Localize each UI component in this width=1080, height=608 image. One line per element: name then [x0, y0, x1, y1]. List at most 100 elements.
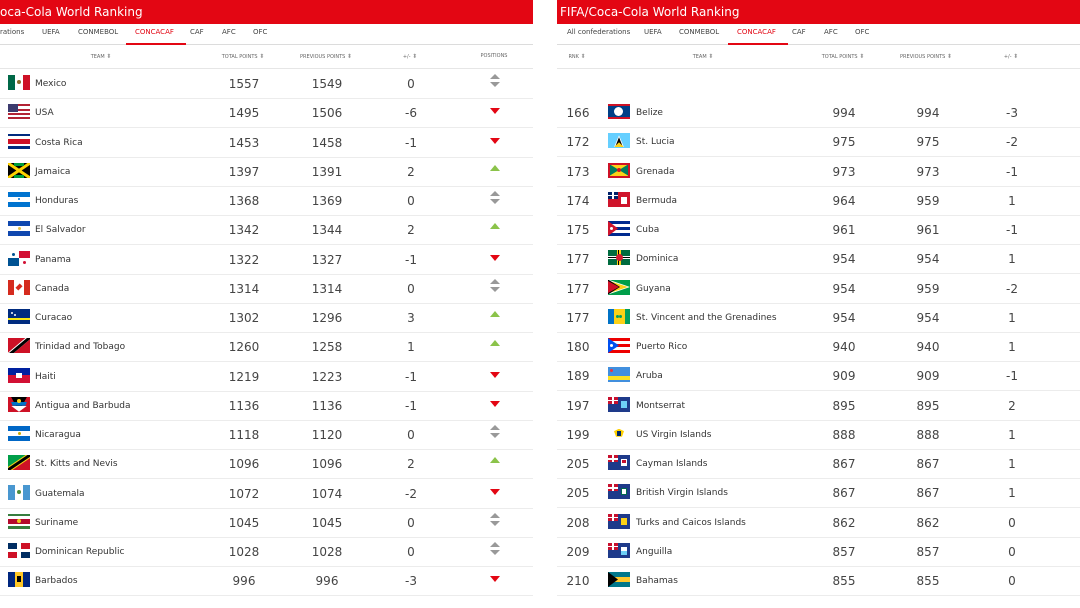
team-name[interactable]: Jamaica: [35, 167, 70, 177]
flag-belize-icon: [608, 104, 630, 119]
table-row[interactable]: Nicaragua 1118 1120 0: [0, 420, 533, 450]
team-name[interactable]: British Virgin Islands: [636, 488, 728, 498]
table-row[interactable]: 177 Guyana 954 959 -2: [557, 274, 1080, 304]
table-row[interactable]: 210 Bahamas 855 855 0: [557, 566, 1080, 596]
table-row[interactable]: 174 Bermuda 964 959 1: [557, 186, 1080, 216]
team-name[interactable]: Honduras: [35, 196, 78, 206]
team-name[interactable]: Dominica: [636, 254, 678, 264]
tab-uefa[interactable]: UEFA: [644, 28, 662, 36]
team-name[interactable]: Barbados: [35, 576, 78, 586]
table-row[interactable]: Mexico 1557 1549 0: [0, 69, 533, 99]
team-name[interactable]: Dominican Republic: [35, 547, 124, 557]
col-team[interactable]: TEAM ⬍: [91, 53, 112, 60]
team-name[interactable]: Cayman Islands: [636, 459, 707, 469]
team-name[interactable]: Aruba: [636, 371, 663, 381]
team-name[interactable]: St. Lucia: [636, 137, 675, 147]
team-name[interactable]: Puerto Rico: [636, 342, 687, 352]
table-row[interactable]: 177 Dominica 954 954 1: [557, 244, 1080, 275]
team-name[interactable]: Curacao: [35, 313, 72, 323]
team-name[interactable]: St. Kitts and Nevis: [35, 459, 118, 469]
team-name[interactable]: Nicaragua: [35, 430, 81, 440]
table-row[interactable]: 197 Montserrat 895 895 2: [557, 391, 1080, 421]
table-row[interactable]: 180 Puerto Rico 940 940 1: [557, 332, 1080, 362]
table-row[interactable]: 173 Grenada 973 973 -1: [557, 157, 1080, 187]
tab-afc[interactable]: AFC: [824, 28, 838, 36]
table-row[interactable]: Haiti 1219 1223 -1: [0, 362, 533, 392]
team-name[interactable]: Haiti: [35, 372, 56, 382]
tab-concacaf[interactable]: CONCACAF: [135, 28, 174, 36]
col-plus-minus[interactable]: +/- ⬍: [403, 53, 417, 60]
team-name[interactable]: Guatemala: [35, 489, 85, 499]
tab-uefa[interactable]: UEFA: [42, 28, 60, 36]
plus-minus: 2: [407, 457, 415, 472]
table-row[interactable]: 205 British Virgin Islands 867 867 1: [557, 478, 1080, 509]
team-name[interactable]: Cuba: [636, 225, 659, 235]
flag-montserrat-icon: [608, 396, 630, 412]
table-row[interactable]: 166 Belize 994 994 -3: [557, 98, 1080, 128]
team-name[interactable]: Montserrat: [636, 401, 685, 411]
table-row[interactable]: 175 Cuba 961 961 -1: [557, 215, 1080, 245]
table-row[interactable]: 209 Anguilla 857 857 0: [557, 537, 1080, 567]
team-name[interactable]: Turks and Caicos Islands: [636, 518, 746, 528]
table-row[interactable]: 177 St. Vincent and the Grenadines 954 954 1: [557, 303, 1080, 333]
team-name[interactable]: Trinidad and Tobago: [35, 342, 125, 352]
team-name[interactable]: Grenada: [636, 167, 674, 177]
flag-barbados-icon: [8, 572, 30, 588]
col-previous-points[interactable]: PREVIOUS POINTS ⬍: [300, 53, 352, 60]
table-row[interactable]: Honduras 1368 1369 0: [0, 186, 533, 216]
team-name[interactable]: USA: [35, 108, 54, 118]
previous-points: 1296: [311, 311, 343, 325]
table-row[interactable]: 208 Turks and Caicos Islands 862 862 0: [557, 508, 1080, 538]
tab-caf[interactable]: CAF: [190, 28, 204, 36]
team-name[interactable]: Mexico: [35, 79, 66, 89]
team-name[interactable]: Panama: [35, 255, 71, 265]
col-team[interactable]: TEAM ⬍: [693, 53, 714, 60]
table-row[interactable]: Barbados 996 996 -3: [0, 566, 533, 597]
team-name[interactable]: Belize: [636, 108, 663, 118]
table-row[interactable]: Costa Rica 1453 1458 -1: [0, 128, 533, 158]
tab-conmebol[interactable]: CONMEBOL: [78, 28, 118, 36]
table-row[interactable]: Guatemala 1072 1074 -2: [0, 479, 533, 509]
table-row[interactable]: Canada 1314 1314 0: [0, 274, 533, 304]
table-row[interactable]: Suriname 1045 1045 0: [0, 508, 533, 538]
col-total-points[interactable]: TOTAL POINTS ⬍: [822, 53, 864, 60]
col-total-points[interactable]: TOTAL POINTS ⬍: [222, 53, 264, 60]
table-row[interactable]: Trinidad and Tobago 1260 1258 1: [0, 332, 533, 363]
team-name[interactable]: Antigua and Barbuda: [35, 401, 131, 411]
team-name[interactable]: St. Vincent and the Grenadines: [636, 313, 777, 323]
team-name[interactable]: Bermuda: [636, 196, 677, 206]
team-name[interactable]: US Virgin Islands: [636, 430, 711, 440]
tab-conmebol[interactable]: CONMEBOL: [679, 28, 719, 36]
table-row[interactable]: Jamaica 1397 1391 2: [0, 157, 533, 187]
team-name[interactable]: Guyana: [636, 284, 671, 294]
table-row[interactable]: Panama 1322 1327 -1: [0, 245, 533, 275]
team-name[interactable]: Costa Rica: [35, 138, 83, 148]
table-row[interactable]: USA 1495 1506 -6: [0, 98, 533, 129]
tab-ofc[interactable]: OFC: [855, 28, 869, 36]
table-row[interactable]: 205 Cayman Islands 867 867 1: [557, 449, 1080, 479]
tab-all-confederations[interactable]: All confederations: [567, 28, 630, 36]
col-plus-minus[interactable]: +/- ⬍: [1004, 53, 1018, 60]
table-row[interactable]: El Salvador 1342 1344 2: [0, 215, 533, 246]
team-name[interactable]: Suriname: [35, 518, 78, 528]
tab-caf[interactable]: CAF: [792, 28, 806, 36]
tab-rations[interactable]: rations: [0, 28, 24, 36]
team-name[interactable]: Anguilla: [636, 547, 672, 557]
table-row[interactable]: 199 US Virgin Islands 888 888 1: [557, 420, 1080, 450]
table-row[interactable]: Antigua and Barbuda 1136 1136 -1: [0, 391, 533, 421]
tab-ofc[interactable]: OFC: [253, 28, 267, 36]
team-name[interactable]: Bahamas: [636, 576, 678, 586]
table-row[interactable]: Dominican Republic 1028 1028 0: [0, 537, 533, 567]
team-name[interactable]: Canada: [35, 284, 69, 294]
table-row[interactable]: 189 Aruba 909 909 -1: [557, 361, 1080, 392]
col-rank[interactable]: RNK ⬍: [568, 53, 585, 60]
col-previous-points[interactable]: PREVIOUS POINTS ⬍: [900, 53, 952, 60]
table-row[interactable]: St. Kitts and Nevis 1096 1096 2: [0, 449, 533, 480]
plus-minus: 0: [1008, 515, 1016, 530]
team-name[interactable]: El Salvador: [35, 225, 86, 235]
tab-afc[interactable]: AFC: [222, 28, 236, 36]
tab-concacaf[interactable]: CONCACAF: [737, 28, 776, 36]
table-row[interactable]: 172 St. Lucia 975 975 -2: [557, 127, 1080, 158]
table-row[interactable]: Curacao 1302 1296 3: [0, 303, 533, 333]
plus-minus: 0: [1008, 544, 1016, 559]
